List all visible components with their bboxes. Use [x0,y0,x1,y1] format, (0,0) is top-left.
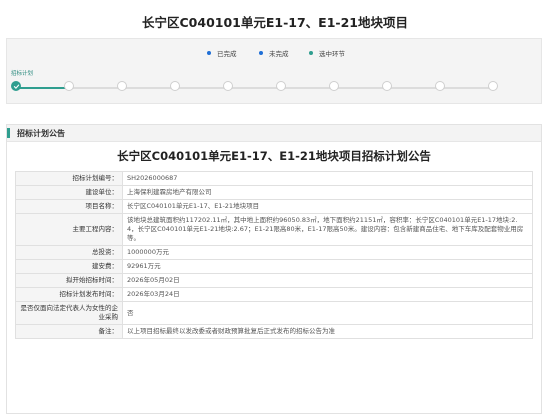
info-table: 招标计划编号： SH2026000687 建设单位： 上海保利建霖房地产有限公司 项目名… [15,171,533,339]
step-done-check-icon[interactable] [11,81,21,91]
row-label: 主要工程内容： [15,213,123,246]
table-row: 招标计划编号： SH2026000687 [15,171,533,186]
page-title: 长宁区C040101单元E1-17、E1-21地块项目 [142,15,408,30]
row-value: 长宁区C040101单元E1-17、E1-21地块项目 [122,199,533,214]
panel-header-accent [7,128,10,138]
legend-item: 选中环节 [309,48,345,58]
legend-dot-icon [309,51,313,55]
step-connector [440,87,493,89]
table-row: 是否仅面向法定代表人为女性的企业采购否 [15,301,533,325]
row-label: 总投资： [15,245,123,260]
row-label: 是否仅面向法定代表人为女性的企业采购 [15,301,123,325]
step-pending-circle-icon[interactable] [329,81,339,91]
legend-dot-icon [259,51,263,55]
legend-label: 未完成 [269,50,289,58]
announcement-panel: 招标计划公告 长宁区C040101单元E1-17、E1-21地块项目招标计划公告… [6,124,542,414]
step-pending-circle-icon[interactable] [276,81,286,91]
legend-label: 选中环节 [319,50,345,58]
table-row: 主要工程内容： 该地块总建筑面积约117202.11㎡，其中地上面积约96050.… [15,213,533,246]
row-label: 建安费： [15,259,123,274]
step-connector [122,87,175,89]
step-pending-circle-icon[interactable] [223,81,233,91]
step-connector [334,87,387,89]
row-value: SH2026000687 [122,171,533,186]
progress-stepper: 已完成 未完成 选中环节 招标计划 [6,38,542,104]
step-pending-circle-icon[interactable] [382,81,392,91]
stepper-legend: 已完成 未完成 选中环节 [7,48,541,60]
row-label: 招标计划发布时间： [15,287,123,302]
step-pending-circle-icon[interactable] [117,81,127,91]
legend-dot-icon [207,51,211,55]
table-row: 招标计划发布时间： 2026年03月24日 [15,287,533,302]
row-value: 2026年05月02日 [122,273,533,288]
table-row: 项目名称： 长宁区C040101单元E1-17、E1-21地块项目 [15,199,533,214]
step-connector [175,87,228,89]
row-value: 该地块总建筑面积约117202.11㎡，其中地上面积约96050.83㎡，地下面… [122,213,533,246]
announcement-title: 长宁区C040101单元E1-17、E1-21地块项目招标计划公告 [117,149,431,163]
row-value: 92961万元 [122,259,533,274]
table-row: 建设单位： 上海保利建霖房地产有限公司 [15,185,533,200]
table-row: 备注： 以上项目招标最终以发改委或者财政预算批复后正式发布的招标公告为准 [15,324,533,339]
row-value: 以上项目招标最终以发改委或者财政预算批复后正式发布的招标公告为准 [122,324,533,339]
step-connector [228,87,281,89]
legend-item: 未完成 [259,48,289,58]
panel-header: 招标计划公告 [7,125,541,142]
row-value: 否 [122,301,533,325]
row-label: 建设单位： [15,185,123,200]
legend-label: 已完成 [217,50,237,58]
row-label: 拟开始招标时间： [15,273,123,288]
step-pending-circle-icon[interactable] [64,81,74,91]
step-connector [281,87,334,89]
step-pending-circle-icon[interactable] [435,81,445,91]
row-label: 项目名称： [15,199,123,214]
row-value: 上海保利建霖房地产有限公司 [122,185,533,200]
row-value: 1000000万元 [122,245,533,260]
panel-heading: 招标计划公告 [17,129,65,138]
legend-item: 已完成 [207,48,237,58]
step-pending-circle-icon[interactable] [488,81,498,91]
table-row: 建安费： 92961万元 [15,259,533,274]
step-connector [69,87,122,89]
table-row: 总投资： 1000000万元 [15,245,533,260]
step-connector [16,87,69,89]
step-pending-circle-icon[interactable] [170,81,180,91]
step-label[interactable]: 招标计划 [11,69,33,77]
step-connector [387,87,440,89]
table-row: 拟开始招标时间： 2026年05月02日 [15,273,533,288]
row-label: 招标计划编号： [15,171,123,186]
row-value: 2026年03月24日 [122,287,533,302]
row-label: 备注： [15,324,123,339]
